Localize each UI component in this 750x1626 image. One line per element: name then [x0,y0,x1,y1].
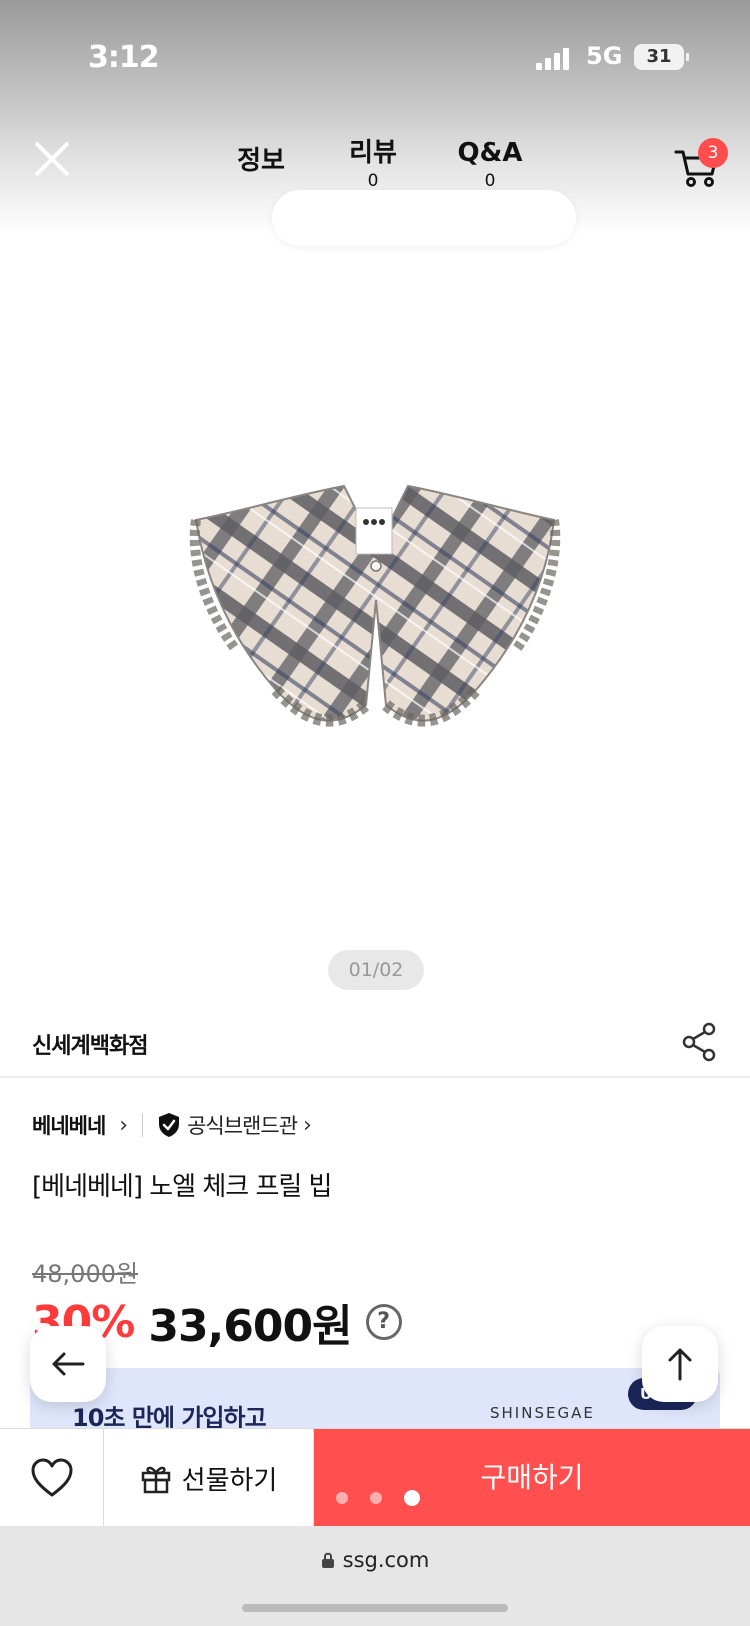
page-dot [336,1492,348,1504]
url-display[interactable]: ssg.com [0,1548,750,1572]
chevron-right-icon: › [119,1112,129,1138]
arrow-up-icon [668,1348,692,1381]
status-bar: 3:12 5G 31 [0,38,750,78]
wishlist-button[interactable] [0,1429,104,1527]
original-price: 48,000원 [32,1260,139,1288]
cart-badge: 3 [698,138,728,168]
signal-icon [536,48,570,70]
seller-name[interactable]: 신세계백화점 [32,1028,148,1060]
banner-text: 10초 만에 가입하고 [72,1404,267,1428]
brand-separator [142,1113,144,1137]
close-icon[interactable] [30,136,76,182]
shield-check-icon [159,1113,180,1137]
gift-button[interactable]: 선물하기 [104,1429,314,1527]
sale-price: 33,600원 [148,1301,352,1352]
tab-qna[interactable]: Q&A 0 [450,136,530,192]
scroll-top-button[interactable] [642,1326,718,1402]
page-indicator [336,1490,442,1506]
brand-link[interactable]: 베네베네 [32,1110,106,1140]
membership-banner[interactable]: 10초 만에 가입하고 SHINSEGAE U 클럽 [30,1368,720,1428]
buy-button[interactable]: 구매하기 [314,1429,750,1527]
tab-info[interactable]: 정보 [226,144,296,178]
tab-reviews-label: 리뷰 [349,138,397,168]
battery-icon: 31 [634,44,689,70]
status-time: 3:12 [88,40,160,75]
brand-row: 베네베네 › 공식브랜드관 › [32,1108,312,1142]
battery-level: 31 [646,46,672,67]
network-label: 5G [586,42,623,70]
browser-url-bar[interactable]: ssg.com [0,1526,750,1626]
image-counter: 01/02 [328,950,424,990]
bottom-action-bar: 선물하기 구매하기 [0,1428,750,1527]
lock-icon [321,1552,334,1568]
tab-qna-label: Q&A [457,138,523,168]
home-indicator[interactable] [242,1604,508,1612]
share-icon[interactable] [680,1022,718,1062]
url-text: ssg.com [342,1548,430,1572]
gift-icon [141,1466,170,1494]
tab-reviews[interactable]: 리뷰 0 [338,136,408,192]
banner-brand: SHINSEGAE [490,1404,595,1422]
gift-label: 선물하기 [181,1465,278,1496]
heart-icon [31,1458,72,1497]
section-divider [0,1076,750,1078]
page-dot [370,1492,382,1504]
chevron-right-icon: › [303,1112,312,1138]
search-pill[interactable] [272,190,576,246]
product-title: [베네베네] 노엘 체크 프릴 빕 [32,1172,332,1202]
back-button[interactable] [30,1326,106,1402]
tab-reviews-count: 0 [367,171,379,191]
product-image[interactable] [176,480,572,740]
arrow-left-icon [52,1352,85,1376]
tab-info-label: 정보 [237,146,285,176]
help-icon[interactable]: ? [365,1304,402,1340]
official-brand-link[interactable]: 공식브랜드관 [187,1110,298,1140]
tab-qna-count: 0 [484,171,496,191]
page-dot-active [404,1490,420,1506]
